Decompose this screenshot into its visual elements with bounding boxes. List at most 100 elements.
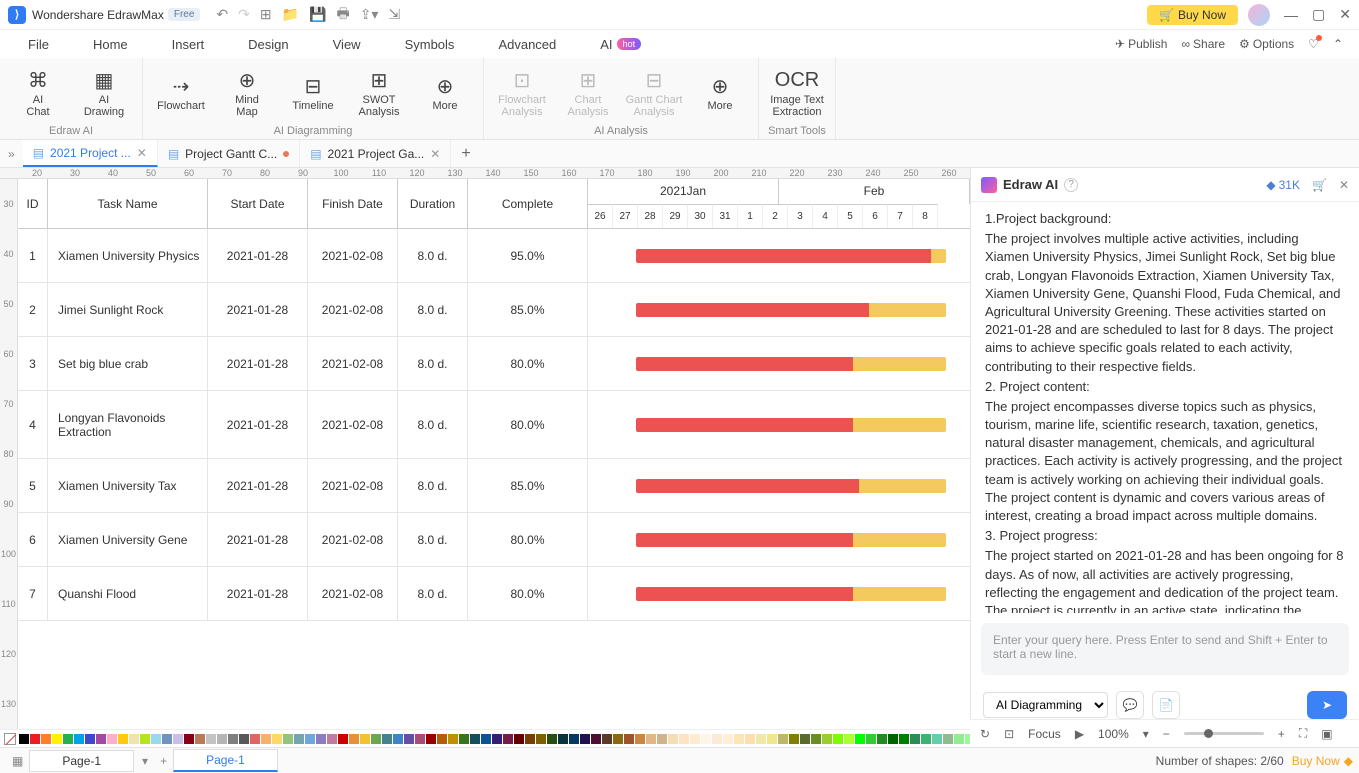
ribbon-tool[interactable]: ▦AIDrawing [74, 68, 134, 118]
color-swatch[interactable] [811, 734, 821, 744]
ribbon-tool[interactable]: ⊞SWOTAnalysis [349, 68, 409, 118]
color-swatch[interactable] [382, 734, 392, 744]
color-swatch[interactable] [118, 734, 128, 744]
ribbon-tool[interactable]: ⊕MindMap [217, 68, 277, 118]
play-icon[interactable]: ▶ [1075, 727, 1084, 741]
color-swatch[interactable] [30, 734, 40, 744]
diamond-icon[interactable]: ◆ [1344, 754, 1353, 768]
gantt-row[interactable]: 7Quanshi Flood2021-01-282021-02-088.0 d.… [18, 567, 588, 621]
buy-now-button[interactable]: 🛒 Buy Now [1147, 5, 1238, 25]
color-swatch[interactable] [173, 734, 183, 744]
color-swatch[interactable] [250, 734, 260, 744]
color-swatch[interactable] [404, 734, 414, 744]
collapse-ribbon-icon[interactable]: ⌃ [1333, 37, 1343, 51]
history-icon[interactable]: ↻ [980, 727, 990, 741]
gantt-bar[interactable] [636, 479, 946, 493]
color-swatch[interactable] [657, 734, 667, 744]
fit-icon[interactable]: ⛶ [1299, 726, 1307, 741]
menu-file[interactable]: File [6, 33, 71, 56]
doc-tab[interactable]: ▤2021 Project Ga...✕ [300, 140, 451, 167]
gantt-bar[interactable] [636, 357, 946, 371]
tab-close-icon[interactable]: ✕ [137, 146, 147, 160]
no-fill-swatch[interactable] [4, 733, 16, 745]
color-swatch[interactable] [635, 734, 645, 744]
export-icon[interactable]: ⇪▾ [360, 6, 379, 23]
notifications-icon[interactable]: ♡ [1308, 37, 1319, 51]
color-swatch[interactable] [910, 734, 920, 744]
ribbon-tool[interactable]: ⌘AIChat [8, 68, 68, 118]
color-swatch[interactable] [107, 734, 117, 744]
color-swatch[interactable] [734, 734, 744, 744]
color-swatch[interactable] [63, 734, 73, 744]
ai-mode-select[interactable]: AI Diagramming [983, 692, 1108, 718]
gantt-row[interactable]: 3Set big blue crab2021-01-282021-02-088.… [18, 337, 588, 391]
color-swatch[interactable] [415, 734, 425, 744]
color-swatch[interactable] [140, 734, 150, 744]
color-swatch[interactable] [745, 734, 755, 744]
color-swatch[interactable] [437, 734, 447, 744]
color-swatch[interactable] [338, 734, 348, 744]
color-swatch[interactable] [195, 734, 205, 744]
gantt-bar[interactable] [636, 249, 946, 263]
publish-button[interactable]: ✈Publish [1115, 37, 1167, 51]
color-swatch[interactable] [96, 734, 106, 744]
color-swatch[interactable] [701, 734, 711, 744]
color-swatch[interactable] [679, 734, 689, 744]
import-icon[interactable]: ⇲ [388, 6, 400, 23]
zoom-level[interactable]: 100% [1098, 727, 1129, 741]
ai-doc-icon[interactable]: 📄 [1152, 691, 1180, 719]
color-swatch[interactable] [184, 734, 194, 744]
color-swatch[interactable] [822, 734, 832, 744]
color-swatch[interactable] [613, 734, 623, 744]
page-grid-icon[interactable]: ▦ [6, 754, 29, 768]
help-icon[interactable]: ? [1064, 178, 1078, 192]
gantt-bar[interactable] [636, 533, 946, 547]
user-avatar[interactable] [1248, 4, 1270, 26]
page-tab-2[interactable]: Page-1 [173, 749, 278, 772]
color-swatch[interactable] [899, 734, 909, 744]
focus-frame-icon[interactable]: ⊡ [1004, 727, 1014, 741]
color-swatch[interactable] [151, 734, 161, 744]
menu-advanced[interactable]: Advanced [476, 33, 578, 56]
color-swatch[interactable] [558, 734, 568, 744]
fullscreen-icon[interactable]: ▣ [1321, 727, 1332, 741]
menu-symbols[interactable]: Symbols [383, 33, 477, 56]
color-swatch[interactable] [580, 734, 590, 744]
menu-ai[interactable]: AI hot [578, 33, 663, 56]
color-swatch[interactable] [239, 734, 249, 744]
doc-tab[interactable]: ▤Project Gantt C... [158, 140, 300, 167]
color-swatch[interactable] [800, 734, 810, 744]
ai-close-icon[interactable]: ✕ [1339, 178, 1349, 192]
color-swatch[interactable] [789, 734, 799, 744]
ribbon-tool[interactable]: ⊟Timeline [283, 74, 343, 112]
close-icon[interactable]: ✕ [1339, 6, 1351, 23]
color-swatch[interactable] [723, 734, 733, 744]
ai-input[interactable]: Enter your query here. Press Enter to se… [981, 623, 1349, 675]
color-swatch[interactable] [19, 734, 29, 744]
color-swatch[interactable] [767, 734, 777, 744]
zoom-out-icon[interactable]: − [1163, 727, 1170, 741]
ai-cart-icon[interactable]: 🛒 [1312, 178, 1327, 192]
color-swatch[interactable] [492, 734, 502, 744]
color-swatch[interactable] [206, 734, 216, 744]
gantt-canvas[interactable]: ID Task Name Start Date Finish Date Dura… [18, 179, 970, 729]
color-swatch[interactable] [349, 734, 359, 744]
color-swatch[interactable] [41, 734, 51, 744]
print-icon[interactable]: 🖶 [336, 3, 349, 27]
color-swatch[interactable] [470, 734, 480, 744]
ai-credits[interactable]: ◆31K [1266, 178, 1300, 192]
ribbon-tool[interactable]: ⇢Flowchart [151, 74, 211, 112]
color-swatch[interactable] [833, 734, 843, 744]
page-tab-1[interactable]: Page-1 [29, 750, 134, 772]
color-swatch[interactable] [866, 734, 876, 744]
color-swatch[interactable] [371, 734, 381, 744]
color-swatch[interactable] [877, 734, 887, 744]
gantt-row[interactable]: 4Longyan Flavonoids Extraction2021-01-28… [18, 391, 588, 459]
ribbon-tool[interactable]: ⊕More [690, 74, 750, 112]
color-swatch[interactable] [393, 734, 403, 744]
color-swatch[interactable] [844, 734, 854, 744]
maximize-icon[interactable]: ▢ [1312, 6, 1325, 23]
gantt-bar[interactable] [636, 418, 946, 432]
gantt-row[interactable]: 2Jimei Sunlight Rock2021-01-282021-02-08… [18, 283, 588, 337]
tabs-expand-icon[interactable]: » [0, 147, 23, 161]
